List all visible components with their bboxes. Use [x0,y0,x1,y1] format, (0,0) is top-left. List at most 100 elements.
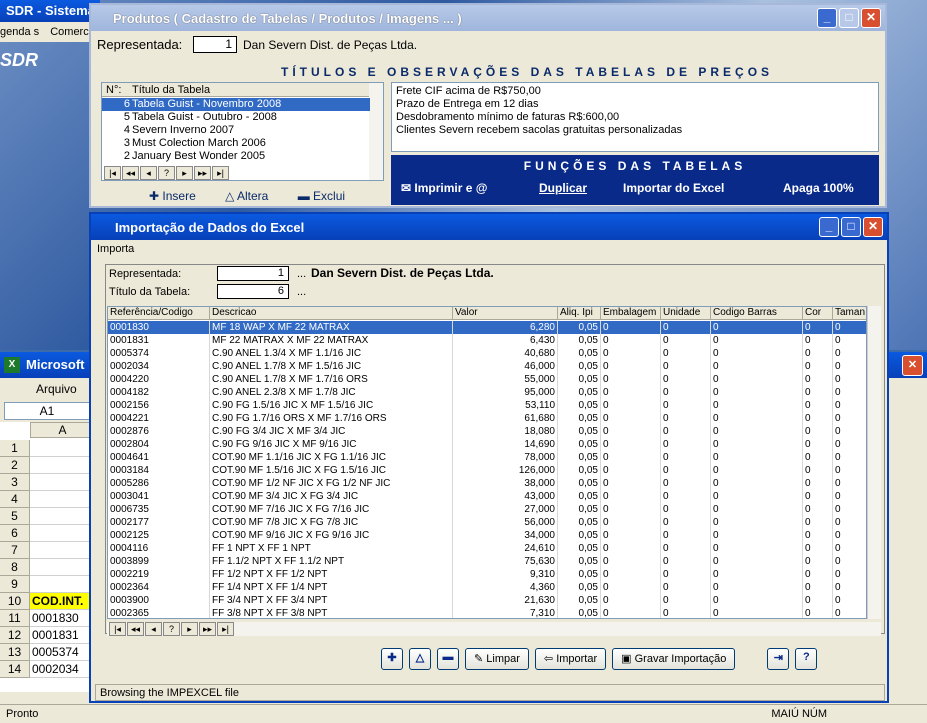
table-cell[interactable]: 0 [833,321,866,334]
grid-column-header[interactable]: Cor [803,307,833,320]
table-cell[interactable]: 21,630 [453,594,558,607]
row-header[interactable]: 9 [0,576,30,593]
grid-column-header[interactable]: Unidade [661,307,711,320]
list-scrollbar[interactable] [369,83,383,180]
table-cell[interactable]: 0,05 [558,503,601,516]
help-button[interactable]: ? [795,648,818,670]
table-cell[interactable]: 0 [833,464,866,477]
table-cell[interactable]: 0002804 [108,438,210,451]
table-cell[interactable]: 6,280 [453,321,558,334]
table-cell[interactable]: 0 [803,464,833,477]
table-cell[interactable]: 0 [601,425,661,438]
insert-button[interactable]: ✚ Insere [149,189,196,203]
table-cell[interactable]: COT.90 MF 1.1/16 JIC X FG 1.1/16 JIC [210,451,453,464]
table-cell[interactable]: 0004182 [108,386,210,399]
table-cell[interactable]: FF 1.1/2 NPT X FF 1.1/2 NPT [210,555,453,568]
row-header[interactable]: 5 [0,508,30,525]
table-cell[interactable]: 0 [833,503,866,516]
table-cell[interactable]: 75,630 [453,555,558,568]
sdr-menu-item[interactable]: Comerci [50,26,91,38]
table-cell[interactable]: 0 [711,412,803,425]
excel-close-button[interactable]: ✕ [902,355,923,376]
table-cell[interactable]: 0 [803,386,833,399]
table-cell[interactable]: 0,05 [558,490,601,503]
table-row[interactable]: 0004220 C.90 ANEL 1.7/8 X MF 1.7/16 ORS 55… [108,373,866,386]
row-header[interactable]: 2 [0,457,30,474]
table-cell[interactable]: COT.90 MF 1.5/16 JIC X FG 1.5/16 JIC [210,464,453,477]
table-cell[interactable]: 0 [661,399,711,412]
table-cell[interactable]: 0 [803,490,833,503]
observations-box[interactable]: Frete CIF acima de R$750,00 Prazo de Ent… [391,82,879,152]
sheet-cell[interactable] [30,508,95,525]
table-cell[interactable]: 0 [833,516,866,529]
table-cell[interactable]: 0,05 [558,607,601,618]
table-cell[interactable]: 0003900 [108,594,210,607]
table-row[interactable]: 0002804 C.90 FG 9/16 JIC X MF 9/16 JIC 14,… [108,438,866,451]
grid-first-icon[interactable]: |◂ [109,622,126,636]
column-header-a[interactable]: A [30,422,95,438]
list-item[interactable]: 5 Tabela Guist - Outubro - 2008 [102,111,370,124]
table-cell[interactable]: 0 [711,516,803,529]
table-cell[interactable]: 0,05 [558,542,601,555]
table-cell[interactable]: 0 [833,425,866,438]
table-row[interactable]: 0003184 COT.90 MF 1.5/16 JIC X FG 1.5/16 … [108,464,866,477]
table-cell[interactable]: 0 [601,490,661,503]
duplicate-button[interactable]: Duplicar [539,181,587,195]
table-cell[interactable]: 6,430 [453,334,558,347]
table-cell[interactable]: 40,680 [453,347,558,360]
table-cell[interactable]: 0 [803,438,833,451]
table-cell[interactable]: 0 [803,347,833,360]
table-cell[interactable]: 0 [711,581,803,594]
list-item[interactable]: 3 Must Colection March 2006 [102,137,370,150]
table-cell[interactable]: 0005374 [108,347,210,360]
table-cell[interactable]: 0,05 [558,477,601,490]
table-cell[interactable]: 0 [661,321,711,334]
table-cell[interactable]: 27,000 [453,503,558,516]
table-cell[interactable]: COT.90 MF 7/16 JIC X FG 7/16 JIC [210,503,453,516]
table-cell[interactable]: 0 [833,594,866,607]
table-cell[interactable]: 126,000 [453,464,558,477]
table-cell[interactable]: 0 [711,451,803,464]
sheet-cell[interactable]: 0001831 [30,627,95,644]
table-cell[interactable]: 0 [601,334,661,347]
table-cell[interactable]: 0 [833,373,866,386]
edit-button[interactable]: △ Altera [225,189,268,203]
sheet-cell[interactable] [30,542,95,559]
import-minimize-button[interactable]: _ [819,217,839,237]
table-cell[interactable]: 0 [661,516,711,529]
sheet-cell[interactable] [30,525,95,542]
grid-vertical-scrollbar[interactable] [867,306,881,619]
table-cell[interactable]: 0,05 [558,464,601,477]
delete-button[interactable]: ▬ Exclui [298,189,345,203]
name-box[interactable]: A1 [4,402,90,420]
table-cell[interactable]: MF 18 WAP X MF 22 MATRAX [210,321,453,334]
row-header[interactable]: 12 [0,627,30,644]
table-cell[interactable]: 0 [661,477,711,490]
table-cell[interactable]: 95,000 [453,386,558,399]
nav-prev-icon[interactable]: ◂ [140,166,157,180]
table-cell[interactable]: COT.90 MF 3/4 JIC X FG 3/4 JIC [210,490,453,503]
grid-prev-page-icon[interactable]: ◂◂ [127,622,144,636]
table-cell[interactable]: 0 [661,464,711,477]
nav-next-icon[interactable]: ▸ [176,166,193,180]
table-cell[interactable]: 24,610 [453,542,558,555]
table-cell[interactable]: 0002125 [108,529,210,542]
nav-prev-page-icon[interactable]: ◂◂ [122,166,139,180]
clear-button[interactable]: ✎ Limpar [465,648,529,670]
menu-arquivo[interactable]: Arquivo [36,382,77,396]
table-cell[interactable]: 0002219 [108,568,210,581]
imp-rep-field[interactable]: 1 [217,266,289,281]
table-cell[interactable]: MF 22 MATRAX X MF 22 MATRAX [210,334,453,347]
grid-last-icon[interactable]: ▸| [217,622,234,636]
table-cell[interactable]: 0 [661,581,711,594]
table-cell[interactable]: 0 [661,360,711,373]
table-row[interactable]: 0002365 FF 3/8 NPT X FF 3/8 NPT 7,310 0,05 0… [108,607,866,618]
table-cell[interactable]: 0 [833,542,866,555]
table-cell[interactable]: 0 [833,412,866,425]
table-row[interactable]: 0005374 C.90 ANEL 1.3/4 X MF 1.1/16 JIC 40… [108,347,866,360]
table-row[interactable]: 0004221 C.90 FG 1.7/16 ORS X MF 1.7/16 OR… [108,412,866,425]
nav-next-page-icon[interactable]: ▸▸ [194,166,211,180]
table-cell[interactable]: 0 [711,334,803,347]
table-cell[interactable]: 0 [711,529,803,542]
table-cell[interactable]: 0004221 [108,412,210,425]
